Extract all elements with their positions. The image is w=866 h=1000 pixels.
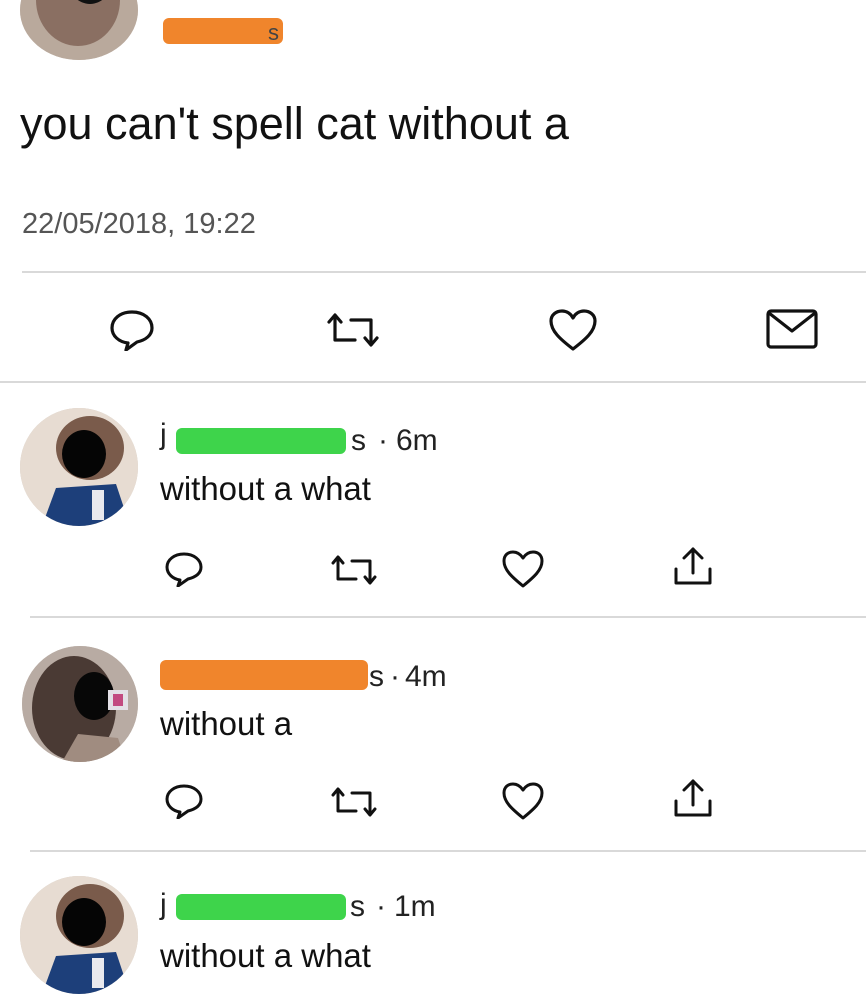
reply-1-handle-suffix: s xyxy=(351,424,366,457)
reply-1-text: without a what xyxy=(160,470,371,507)
reply-2-name-redaction xyxy=(160,660,368,690)
reply-3-avatar[interactable] xyxy=(20,876,138,994)
reply-1-name-prefix: j xyxy=(160,418,167,451)
main-tweet-name-redaction xyxy=(163,18,283,44)
reply-divider xyxy=(30,850,866,852)
reply-3-text: without a what xyxy=(160,937,371,974)
retweet-icon[interactable] xyxy=(330,554,378,586)
like-icon[interactable] xyxy=(548,308,598,352)
reply-1-separator: · xyxy=(378,424,388,457)
like-icon[interactable] xyxy=(501,781,545,821)
reply-2-time: 4m xyxy=(405,660,447,693)
retweet-icon[interactable] xyxy=(325,312,381,348)
reply-3-handle-suffix: s xyxy=(350,890,365,923)
reply-2-separator: · xyxy=(390,660,400,693)
main-tweet-avatar[interactable] xyxy=(20,0,138,60)
reply-1-time: 6m xyxy=(396,424,438,457)
reply-3-name-redaction xyxy=(176,894,346,920)
reply-divider xyxy=(30,616,866,618)
reply-divider xyxy=(0,381,866,383)
like-icon[interactable] xyxy=(501,549,545,589)
share-icon[interactable] xyxy=(672,777,714,819)
reply-3-name-prefix: j xyxy=(160,888,167,921)
reply-icon[interactable] xyxy=(163,551,205,587)
retweet-icon[interactable] xyxy=(330,786,378,818)
reply-2-avatar[interactable] xyxy=(22,646,138,762)
reply-2-handle-suffix: s xyxy=(369,660,384,693)
reply-1-avatar[interactable] xyxy=(20,408,138,526)
reply-2-text: without a xyxy=(160,705,293,742)
share-icon[interactable] xyxy=(672,545,714,587)
main-tweet-handle-suffix: s xyxy=(268,20,279,45)
main-tweet-timestamp: 22/05/2018, 19:22 xyxy=(22,208,256,240)
reply-icon[interactable] xyxy=(163,783,205,819)
reply-3-time: 1m xyxy=(394,890,436,923)
direct-message-icon[interactable] xyxy=(766,309,818,349)
main-tweet-divider xyxy=(22,271,866,273)
reply-icon[interactable] xyxy=(108,309,156,351)
main-tweet-text: you can't spell cat without a xyxy=(20,98,569,149)
reply-1-name-redaction xyxy=(176,428,346,454)
reply-3-separator: · xyxy=(376,890,386,923)
